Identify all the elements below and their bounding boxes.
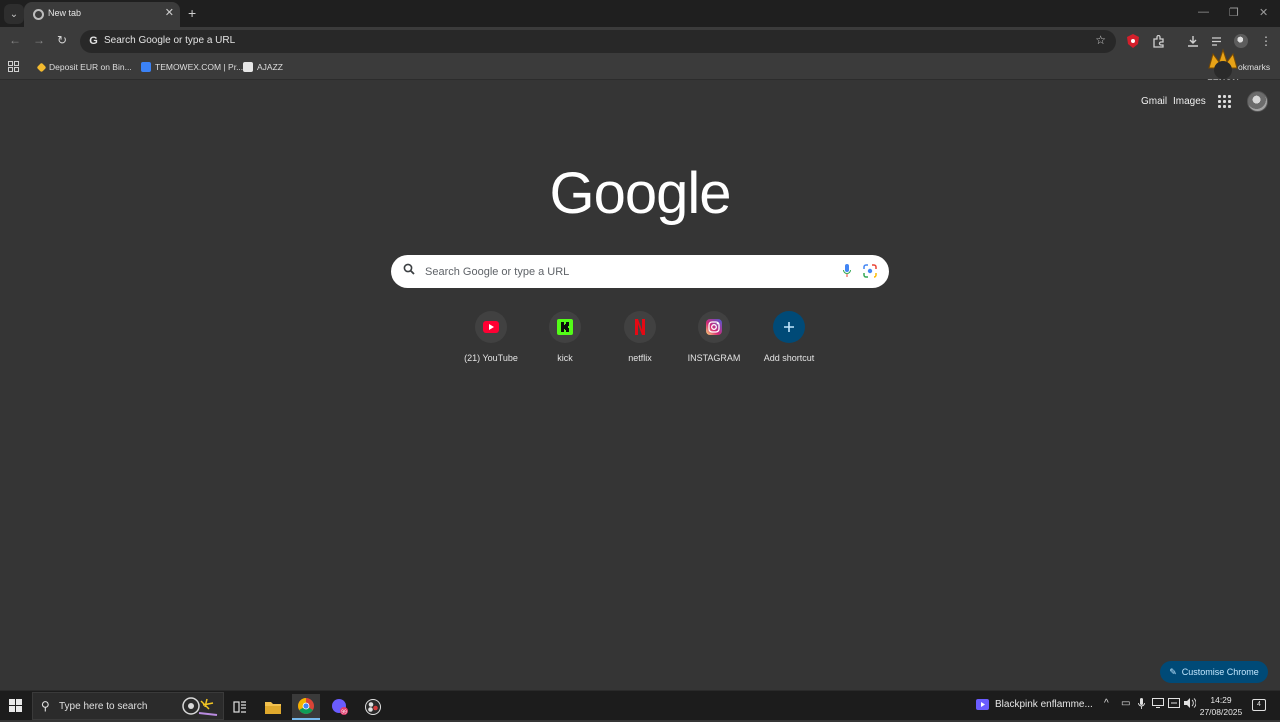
bookmarks-bar: Deposit EUR on Bin... TEMOWEX.COM | Pr..… [0, 55, 1280, 80]
media-title: Blackpink enflamme... [995, 699, 1093, 710]
close-window-button[interactable]: ✕ [1259, 6, 1268, 19]
google-logo: Google [549, 161, 731, 226]
new-tab-button[interactable]: + [188, 5, 196, 21]
bookmark-label: AJAZZ [257, 62, 283, 72]
shortcut-label: netflix [628, 353, 652, 363]
notification-count: 4 [1257, 701, 1261, 708]
extension-red-icon[interactable] [1124, 32, 1142, 50]
shortcut-label: kick [557, 353, 573, 363]
bookmark-binance[interactable]: Deposit EUR on Bin... [36, 62, 132, 72]
bookmark-label: Deposit EUR on Bin... [49, 62, 132, 72]
media-app-icon [976, 699, 989, 710]
instagram-icon [698, 311, 730, 343]
forward-button[interactable]: → [33, 33, 45, 47]
shortcut-label: (21) YouTube [464, 353, 518, 363]
taskbar-media-widget[interactable]: Blackpink enflamme... [976, 699, 1093, 710]
tray-overflow-chevron-icon[interactable]: ^ [1104, 698, 1109, 709]
shortcut-instagram[interactable]: INSTAGRAM [676, 309, 752, 369]
tray-network-icon[interactable] [1152, 698, 1164, 711]
address-bar[interactable]: G Search Google or type a URL ☆ [80, 30, 1116, 53]
clock-date: 27/08/2025 [1199, 707, 1243, 717]
temowex-icon [141, 62, 151, 72]
tray-volume-icon[interactable] [1184, 698, 1197, 711]
file-explorer-icon[interactable] [259, 694, 287, 720]
all-bookmarks-button[interactable]: okmarks [1238, 62, 1270, 72]
images-link[interactable]: Images [1173, 96, 1206, 107]
taskbar-app-messenger-icon[interactable]: 99 [326, 694, 354, 720]
customise-chrome-button[interactable]: ✎ Customise Chrome [1160, 661, 1268, 683]
bookmark-star-icon[interactable]: ☆ [1095, 33, 1106, 47]
close-tab-icon[interactable]: ✕ [165, 6, 174, 19]
browser-toolbar: ← → ↻ G Search Google or type a URL ☆ ⋮ [0, 27, 1280, 55]
restore-button[interactable]: ❐ [1229, 6, 1239, 19]
shortcut-netflix[interactable]: netflix [602, 309, 678, 369]
shortcut-label: INSTAGRAM [687, 353, 741, 363]
taskbar-search-placeholder: Type here to search [59, 701, 148, 712]
all-bookmarks-label: okmarks [1238, 62, 1271, 72]
kick-icon [549, 311, 581, 343]
bookmark-label: TEMOWEX.COM | Pr... [155, 62, 244, 72]
tab-title: New tab [48, 8, 82, 18]
new-tab-page: Gmail Images Google (21) YouTube kick [0, 80, 1280, 690]
voice-search-icon[interactable] [843, 264, 851, 277]
search-icon [403, 263, 415, 278]
gmail-link[interactable]: Gmail [1141, 96, 1167, 107]
bookmark-ajazz[interactable]: AJAZZ [243, 62, 283, 72]
shortcut-kick[interactable]: kick [527, 309, 603, 369]
shortcut-add[interactable]: Add shortcut [751, 309, 827, 369]
clock-time: 14:29 [1210, 695, 1232, 705]
search-icon: ⚲ [41, 699, 50, 713]
tray-display-icon[interactable] [1168, 698, 1180, 711]
ajazz-icon [243, 62, 253, 72]
tray-device-icon[interactable]: ▭ [1121, 698, 1130, 709]
tray-microphone-icon[interactable] [1138, 698, 1145, 712]
task-view-icon[interactable] [226, 694, 254, 720]
netflix-icon [624, 311, 656, 343]
shortcut-label: Add shortcut [763, 353, 815, 363]
binance-icon [36, 62, 47, 72]
google-g-icon: G [89, 35, 98, 47]
plus-icon [773, 311, 805, 343]
pencil-icon: ✎ [1169, 666, 1177, 677]
tab-new-tab[interactable]: New tab ✕ [24, 2, 180, 27]
shortcut-youtube[interactable]: (21) YouTube [453, 309, 529, 369]
downloads-icon[interactable] [1184, 32, 1202, 50]
reload-button[interactable]: ↻ [57, 33, 67, 47]
windows-taskbar: ⚲ Type here to search 99 Blackpink enfla… [0, 690, 1280, 720]
windows-start-icon[interactable] [9, 699, 22, 712]
youtube-icon [475, 311, 507, 343]
google-lens-icon[interactable] [863, 264, 877, 278]
search-input[interactable] [425, 255, 825, 288]
account-avatar[interactable] [1247, 91, 1268, 112]
google-apps-icon[interactable] [1218, 95, 1231, 108]
bookmark-temowex[interactable]: TEMOWEX.COM | Pr... [141, 62, 243, 72]
menu-kebab-icon[interactable]: ⋮ [1257, 32, 1275, 50]
extensions-puzzle-icon[interactable] [1149, 32, 1167, 50]
tab-search-button[interactable]: ⌄ [4, 4, 24, 24]
search-box[interactable] [391, 255, 889, 288]
apps-shortcut-icon[interactable] [8, 61, 19, 72]
minimize-button[interactable]: — [1198, 6, 1209, 18]
taskbar-search-box[interactable]: ⚲ Type here to search [32, 692, 224, 720]
customise-label: Customise Chrome [1181, 667, 1259, 677]
svg-text:99: 99 [341, 710, 347, 716]
notification-center-icon[interactable]: 4 [1252, 699, 1266, 711]
chrome-icon [33, 9, 44, 20]
taskbar-chrome-icon[interactable] [292, 694, 320, 720]
search-highlight-icon [179, 695, 221, 722]
taskbar-clock[interactable]: 14:29 27/08/2025 [1196, 694, 1246, 718]
title-bar: ⌄ New tab ✕ + — ❐ ✕ [0, 0, 1280, 27]
taskbar-app-obs-icon[interactable] [359, 694, 387, 720]
back-button[interactable]: ← [9, 33, 21, 47]
address-text[interactable]: Search Google or type a URL [104, 35, 235, 46]
